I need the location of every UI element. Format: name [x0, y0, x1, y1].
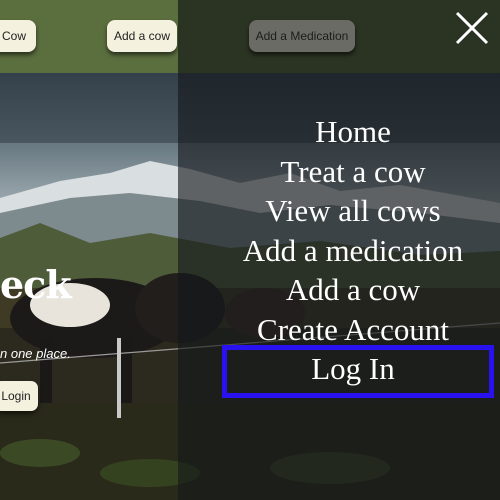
nav-item-create-account[interactable]: Create Account	[178, 310, 500, 350]
hero-tagline: n one place.	[0, 346, 71, 361]
hero-login-button[interactable]: Login	[0, 381, 38, 411]
nav-item-treat-a-cow[interactable]: Treat a cow	[178, 152, 500, 192]
nav-item-add-a-medication[interactable]: Add a medication	[178, 231, 500, 271]
cow-nav-button[interactable]: Cow	[0, 20, 36, 52]
close-icon[interactable]	[454, 10, 490, 46]
add-medication-button[interactable]: Add a Medication	[249, 20, 355, 52]
add-cow-nav-button[interactable]: Add a cow	[107, 20, 177, 52]
log-in-highlight-box	[222, 345, 494, 398]
nav-item-view-all-cows[interactable]: View all cows	[178, 191, 500, 231]
nav-item-add-a-cow[interactable]: Add a cow	[178, 270, 500, 310]
hero-title: eck	[0, 262, 72, 307]
nav-item-home[interactable]: Home	[178, 112, 500, 152]
